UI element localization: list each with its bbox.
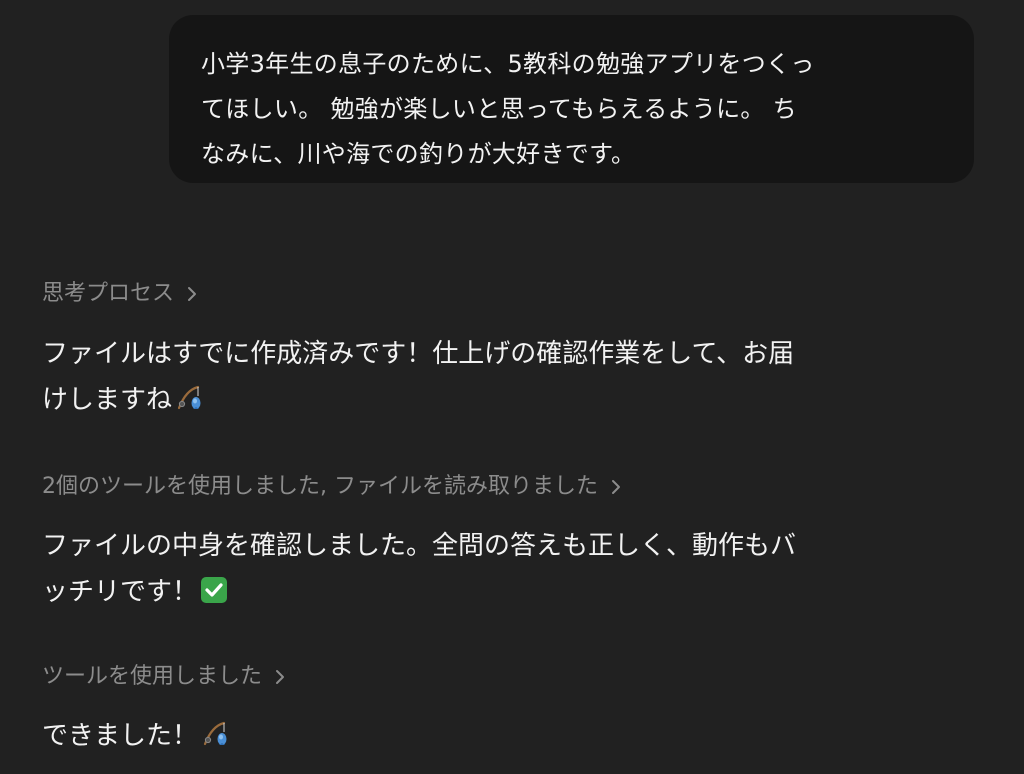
- assistant-reply-line: できました！: [42, 713, 228, 759]
- tool-use-label: 2個のツールを使用しました, ファイルを読み取りました: [42, 474, 598, 499]
- assistant-reply: ファイルの中身を確認しました。全問の答えも正しく、動作もバ ッチリです！: [42, 523, 796, 615]
- assistant-reply-line: ファイルの中身を確認しました。全問の答えも正しく、動作もバ: [42, 531, 797, 561]
- tool-use-label: ツールを使用しました: [42, 664, 263, 689]
- assistant-reply-text: ッチリです！: [42, 577, 199, 607]
- tool-use-toggle[interactable]: 2個のツールを使用しました, ファイルを読み取りました: [42, 472, 622, 502]
- assistant-reply: ファイルはすでに作成済みです！仕上げの確認作業をして、お届 けしますね: [42, 331, 794, 423]
- chevron-right-icon: [274, 668, 286, 686]
- thinking-process-toggle[interactable]: 思考プロセス: [42, 279, 198, 309]
- user-message-line: 小学3年生の息子のために、5教科の勉強アプリをつくっ: [201, 50, 815, 78]
- check-mark-button-icon: [200, 576, 228, 604]
- assistant-reply-text: けしますね: [42, 385, 173, 415]
- assistant-reply-line: ファイルはすでに作成済みです！仕上げの確認作業をして、お届: [42, 339, 795, 369]
- assistant-reply-line: ッチリです！: [42, 569, 796, 615]
- assistant-reply-line: けしますね: [42, 377, 794, 423]
- fishing-pole-icon: [200, 720, 228, 748]
- assistant-reply-text: できました！: [42, 721, 199, 751]
- user-message-line: てほしい。 勉強が楽しいと思ってもらえるように。 ち: [201, 95, 797, 123]
- user-message-bubble: 小学3年生の息子のために、5教科の勉強アプリをつくっ てほしい。 勉強が楽しいと…: [169, 15, 974, 183]
- user-message-line: なみに、川や海での釣りが大好きです。: [201, 140, 636, 168]
- chevron-right-icon: [610, 478, 622, 496]
- tool-use-toggle[interactable]: ツールを使用しました: [42, 662, 286, 692]
- assistant-reply: できました！: [42, 713, 228, 759]
- fishing-pole-icon: [174, 384, 202, 412]
- thinking-process-label: 思考プロセス: [42, 281, 175, 306]
- chevron-right-icon: [186, 285, 198, 303]
